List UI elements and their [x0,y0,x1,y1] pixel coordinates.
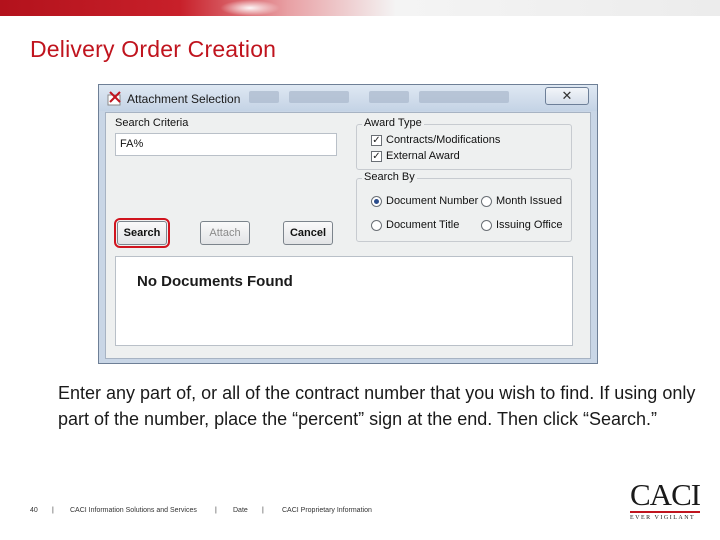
caci-logo: CACI EVER VIGILANT [630,477,702,521]
close-button[interactable]: ✕ [545,87,589,105]
radio-unselected-icon [481,219,492,231]
search-criteria-input[interactable]: FA% [115,133,337,156]
cancel-button[interactable]: Cancel [283,221,333,245]
results-list[interactable]: No Documents Found [115,256,573,346]
footer-date: Date [233,507,248,514]
footer-separator: | [215,507,217,514]
month-issued-label: Month Issued [496,195,563,207]
footer-proprietary: CACI Proprietary Information [282,507,372,514]
attachment-selection-window: Attachment Selection ✕ Search Criteria F… [98,84,598,364]
search-button[interactable]: Search [114,218,170,248]
contracts-modifications-label: Contracts/Modifications [386,134,501,146]
footer-company: CACI Information Solutions and Services [70,507,197,514]
no-documents-message: No Documents Found [137,273,293,290]
window-title: Attachment Selection [127,92,241,106]
close-icon: ✕ [561,88,573,103]
app-icon [107,91,121,106]
document-number-label: Document Number [386,195,479,207]
month-issued-radio[interactable]: Month Issued [481,195,562,207]
radio-selected-icon [371,195,382,207]
award-type-group: Award Type ✓ Contracts/Modifications ✓ E… [356,117,572,170]
checkbox-checked-icon: ✓ [371,150,382,162]
window-client-area: Search Criteria FA% Award Type ✓ Contrac… [105,112,591,359]
attach-button[interactable]: Attach [200,221,250,245]
search-criteria-label: Search Criteria [115,117,189,129]
footer-page-number: 40 [30,507,38,514]
external-award-checkbox[interactable]: ✓ External Award [371,150,460,162]
external-award-label: External Award [386,150,460,162]
logo-name: CACI [630,477,701,512]
issuing-office-radio[interactable]: Issuing Office [481,219,562,231]
radio-unselected-icon [371,219,382,231]
header-band [0,0,720,16]
issuing-office-label: Issuing Office [496,219,563,231]
footer-separator: | [52,507,54,514]
search-by-label: Search By [362,171,417,183]
radio-unselected-icon [481,195,492,207]
logo-tagline: EVER VIGILANT [630,515,696,521]
window-titlebar[interactable]: Attachment Selection ✕ [99,85,597,111]
document-number-radio[interactable]: Document Number [371,195,478,207]
document-title-radio[interactable]: Document Title [371,219,459,231]
document-title-label: Document Title [386,219,460,231]
slide-title: Delivery Order Creation [30,36,277,62]
checkbox-checked-icon: ✓ [371,134,382,146]
contracts-modifications-checkbox[interactable]: ✓ Contracts/Modifications [371,134,500,146]
instruction-text: Enter any part of, or all of the contrac… [58,383,696,429]
search-by-group: Search By Document Number Month Issued D… [356,171,572,242]
award-type-label: Award Type [362,117,424,129]
footer-separator: | [262,507,264,514]
